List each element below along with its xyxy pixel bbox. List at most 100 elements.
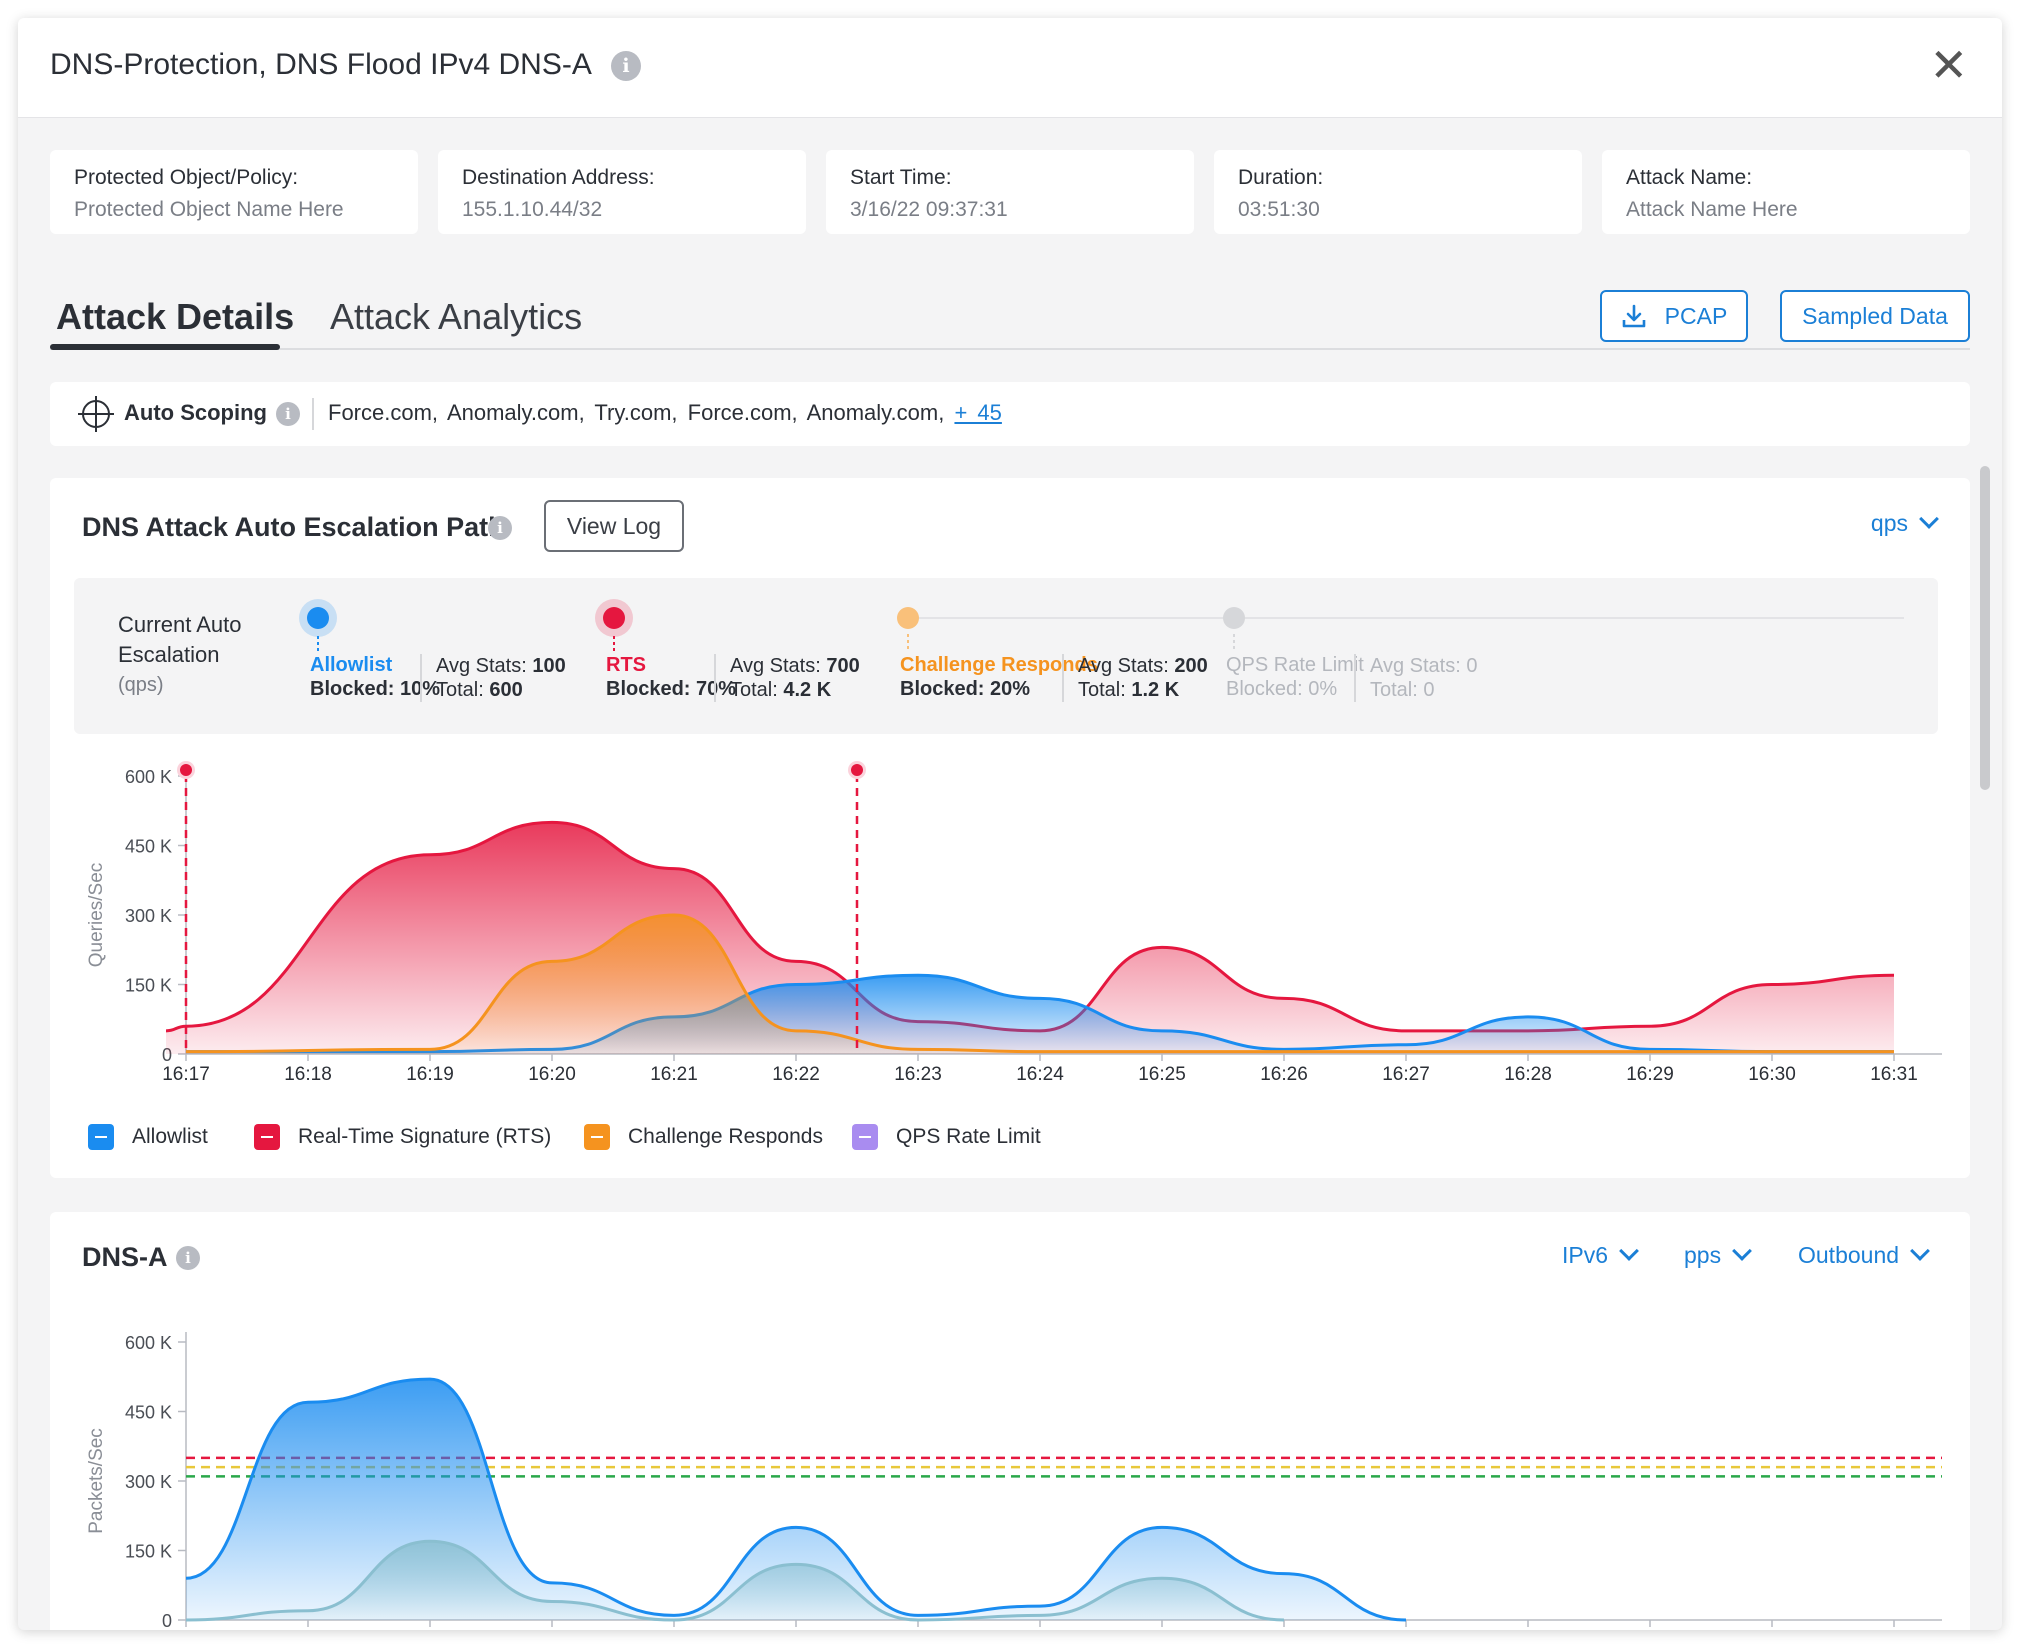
y-axis-label: Queries/Sec <box>86 863 107 968</box>
total-value: 0 <box>1423 679 1435 701</box>
x-tick-label: 16:21 <box>650 1064 698 1085</box>
dns-a-chart: 0150 K300 K450 K600 K16:17 16:18 16:19 16:2… <box>86 1332 1942 1630</box>
more-domains-link[interactable]: + 45 <box>954 400 1001 425</box>
avg-label: Avg Stats: <box>730 655 821 677</box>
x-tick-label: 16:19 <box>406 1064 454 1085</box>
info-icon[interactable]: i <box>276 402 300 426</box>
pcap-button[interactable]: PCAP <box>1600 290 1748 342</box>
step-stats: Avg Stats: 100 Total: 600 <box>420 654 566 702</box>
legend-item-allowlist[interactable]: Allowlist <box>88 1124 208 1150</box>
legend-label: Challenge Responds <box>628 1125 823 1148</box>
legend-swatch <box>852 1124 878 1150</box>
legend-label: Allowlist <box>132 1125 208 1148</box>
avg-value: 100 <box>532 655 566 677</box>
x-tick-label: 16:30 <box>1748 1064 1796 1085</box>
info-card-duration: Duration: 03:51:30 <box>1214 150 1582 234</box>
panel-title: DNS-A <box>82 1242 168 1272</box>
current-escalation-unit: (qps) <box>118 674 164 696</box>
legend-item-challenge[interactable]: Challenge Responds <box>584 1124 823 1150</box>
step-blocked: Blocked: 20% <box>900 678 1031 700</box>
total-label: Total: <box>1078 679 1126 701</box>
x-tick-label: 16:17 <box>162 1064 210 1085</box>
scrollbar[interactable] <box>1980 466 1990 790</box>
tab-bar: Attack Details Attack Analytics PCAP Sam… <box>50 270 1970 350</box>
unit-dropdown[interactable]: pps <box>1684 1241 1752 1269</box>
x-tick-label: 16:29 <box>1626 1064 1674 1085</box>
x-tick-label: 16:25 <box>1138 1064 1186 1085</box>
info-card-label: Destination Address: <box>462 166 655 189</box>
active-tab-indicator <box>50 344 280 350</box>
direction-dropdown[interactable]: Outbound <box>1798 1241 1930 1269</box>
x-tick-label: 16:28 <box>1504 1064 1552 1085</box>
legend-item-rts[interactable]: Real-Time Signature (RTS) <box>254 1124 551 1150</box>
modal-header: DNS-Protection, DNS Flood IPv4 DNS-A i ✕ <box>18 18 2002 118</box>
info-card-label: Attack Name: <box>1626 166 1753 189</box>
info-icon[interactable]: i <box>488 516 512 540</box>
unit-dropdown[interactable]: qps <box>1871 509 1939 537</box>
info-cards: Protected Object/Policy: Protected Objec… <box>50 150 1970 234</box>
info-icon[interactable]: i <box>611 51 641 81</box>
info-card-attack-name: Attack Name: Attack Name Here <box>1602 150 1970 234</box>
info-card-value: 03:51:30 <box>1238 198 1320 221</box>
panel-title: DNS Attack Auto Escalation Path <box>82 512 505 542</box>
x-tick-label: 16:31 <box>1870 1064 1918 1085</box>
crosshair-icon <box>78 396 114 432</box>
step-dot-allowlist[interactable] <box>307 607 329 629</box>
ip-version-dropdown[interactable]: IPv6 <box>1562 1241 1639 1269</box>
y-tick-label: 600 K <box>125 767 172 787</box>
dropdown-label: pps <box>1684 1242 1722 1268</box>
y-tick-label: 600 K <box>125 1333 172 1353</box>
auto-scoping-label: Auto Scoping <box>124 400 267 425</box>
event-marker-dot <box>180 764 192 776</box>
tab-attack-analytics[interactable]: Attack Analytics <box>330 296 582 338</box>
info-card-destination: Destination Address: 155.1.10.44/32 <box>438 150 806 234</box>
x-tick-label: 16:18 <box>284 1064 332 1085</box>
step-name-allowlist: Allowlist <box>310 654 393 676</box>
step-dot-challenge[interactable] <box>897 607 919 629</box>
info-card-value: 3/16/22 09:37:31 <box>850 198 1008 221</box>
escalation-chart: 0150 K300 K450 K600 K16:17 16:18 16:19 16:2… <box>86 761 1942 1085</box>
step-dot-rts[interactable] <box>603 607 625 629</box>
y-axis-label: Packets/Sec <box>86 1428 107 1534</box>
close-icon[interactable]: ✕ <box>1929 42 1968 88</box>
legend-item-qps[interactable]: QPS Rate Limit <box>852 1124 1041 1150</box>
y-tick-label: 300 K <box>125 906 172 926</box>
step-dot-qps[interactable] <box>1223 607 1245 629</box>
y-tick-label: 300 K <box>125 1472 172 1492</box>
total-value: 600 <box>489 679 523 701</box>
dns-a-panel: DNS-A i IPv6 pps Outbound 0 150 K 300 K 450… <box>50 1212 1970 1630</box>
x-tick-label: 16:20 <box>528 1064 576 1085</box>
domain-item: Force.com, <box>328 400 439 425</box>
escalation-timeline <box>299 599 1904 652</box>
escalation-path: Current Auto Escalation (qps) Allowlist … <box>74 578 1938 734</box>
escalation-panel: DNS Attack Auto Escalation Path i View L… <box>50 478 1970 1178</box>
tab-attack-details[interactable]: Attack Details <box>56 296 294 338</box>
info-icon[interactable]: i <box>176 1246 200 1270</box>
info-card-value: 155.1.10.44/32 <box>462 198 603 221</box>
modal-title: DNS-Protection, DNS Flood IPv4 DNS-A <box>50 48 592 81</box>
attack-details-modal: DNS-Protection, DNS Flood IPv4 DNS-A i ✕… <box>18 18 2002 1630</box>
domain-item: Anomaly.com, <box>446 400 585 425</box>
domain-item: Anomaly.com, <box>806 400 945 425</box>
info-card-value: Protected Object Name Here <box>74 198 344 221</box>
x-tick-label: 16:24 <box>1016 1064 1064 1085</box>
step-stats: Avg Stats: 700 Total: 4.2 K <box>714 654 860 702</box>
domain-item: Force.com, <box>687 400 798 425</box>
avg-value: 700 <box>826 655 860 677</box>
divider <box>312 398 314 430</box>
total-label: Total: <box>436 679 484 701</box>
sampled-data-button[interactable]: Sampled Data <box>1780 290 1970 342</box>
dropdown-label: IPv6 <box>1562 1242 1609 1268</box>
legend-swatch <box>88 1124 114 1150</box>
total-label: Total: <box>1370 679 1418 701</box>
step-blocked: Blocked: 0% <box>1226 678 1338 700</box>
legend-swatch <box>254 1124 280 1150</box>
y-tick-label: 0 <box>162 1611 172 1630</box>
info-card-label: Start Time: <box>850 166 952 189</box>
avg-label: Avg Stats: <box>436 655 527 677</box>
dropdown-label: Outbound <box>1798 1242 1900 1268</box>
view-log-button[interactable]: View Log <box>544 500 684 552</box>
y-tick-label: 150 K <box>125 976 172 996</box>
total-label: Total: <box>730 679 778 701</box>
step-name-qps: QPS Rate Limit <box>1226 654 1364 676</box>
